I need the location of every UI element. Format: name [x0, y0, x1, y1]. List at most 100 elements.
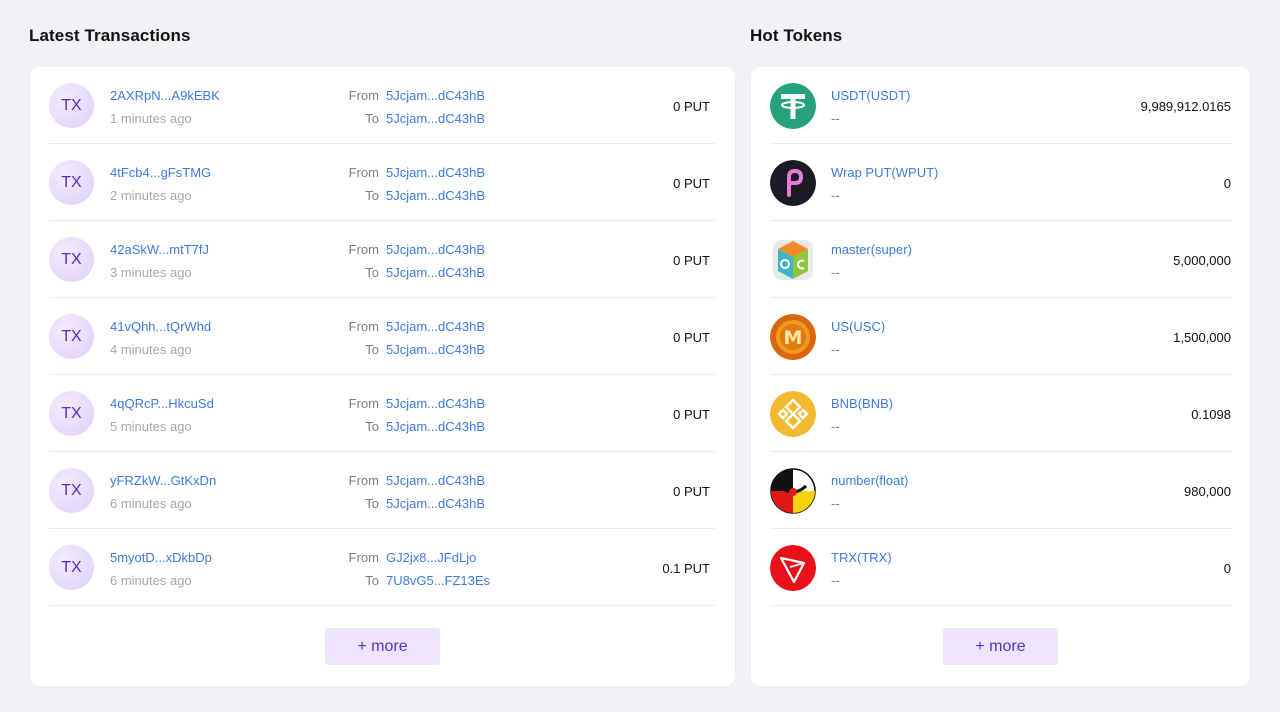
to-label: To — [365, 573, 379, 588]
tx-amount: 0 PUT — [673, 484, 710, 499]
tx-amount: 0 PUT — [673, 253, 710, 268]
token-subtext: -- — [831, 419, 840, 434]
token-subtext: -- — [831, 188, 840, 203]
token-subtext: -- — [831, 342, 840, 357]
from-label: From — [348, 473, 379, 488]
to-label: To — [365, 342, 379, 357]
from-address-link[interactable]: 5Jcjam...dC43hB — [386, 165, 485, 180]
transaction-row: TX 4qQRcP...HkcuSd 5 minutes ago From To… — [49, 375, 715, 452]
tx-age: 1 minutes ago — [110, 111, 192, 126]
token-subtext: -- — [831, 496, 840, 511]
tx-age: 6 minutes ago — [110, 496, 192, 511]
tx-badge: TX — [49, 314, 94, 359]
tx-age: 2 minutes ago — [110, 188, 192, 203]
tx-badge: TX — [49, 391, 94, 436]
token-row: USDT(USDT) -- 9,989,912.0165 — [770, 67, 1232, 144]
transactions-more-button[interactable]: + more — [325, 628, 440, 665]
from-label: From — [348, 550, 379, 565]
token-name-link[interactable]: number(float) — [831, 473, 908, 488]
to-label: To — [365, 111, 379, 126]
to-label: To — [365, 419, 379, 434]
latest-transactions-title: Latest Transactions — [29, 26, 191, 45]
from-address-link[interactable]: 5Jcjam...dC43hB — [386, 396, 485, 411]
tx-hash-link[interactable]: 2AXRpN...A9kEBK — [110, 88, 220, 103]
token-name-link[interactable]: TRX(TRX) — [831, 550, 892, 565]
transactions-card: TX 2AXRpN...A9kEBK 1 minutes ago From To… — [30, 67, 735, 686]
hot-tokens-card: USDT(USDT) -- 9,989,912.0165 Wrap PUT(WP… — [751, 67, 1250, 686]
token-value: 980,000 — [1184, 484, 1231, 499]
to-address-link[interactable]: 5Jcjam...dC43hB — [386, 419, 485, 434]
bnb-icon[interactable] — [770, 391, 816, 437]
tx-badge: TX — [49, 160, 94, 205]
transaction-row: TX 4tFcb4...gFsTMG 2 minutes ago From To… — [49, 144, 715, 221]
tx-amount: 0 PUT — [673, 176, 710, 191]
token-row: TRX(TRX) -- 0 — [770, 529, 1232, 606]
tx-amount: 0 PUT — [673, 330, 710, 345]
tx-amount: 0 PUT — [673, 407, 710, 422]
token-name-link[interactable]: US(USC) — [831, 319, 885, 334]
token-name-link[interactable]: USDT(USDT) — [831, 88, 910, 103]
usdt-icon[interactable] — [770, 83, 816, 129]
master-icon[interactable] — [770, 237, 816, 283]
token-value: 0 — [1223, 176, 1231, 191]
tx-badge: TX — [49, 545, 94, 590]
token-subtext: -- — [831, 111, 840, 126]
tx-age: 3 minutes ago — [110, 265, 192, 280]
tx-hash-link[interactable]: 41vQhh...tQrWhd — [110, 319, 211, 334]
transaction-row: TX 42aSkW...mtT7fJ 3 minutes ago From To… — [49, 221, 715, 298]
token-value: 5,000,000 — [1173, 253, 1231, 268]
token-row: BNB(BNB) -- 0.1098 — [770, 375, 1232, 452]
token-name-link[interactable]: master(super) — [831, 242, 912, 257]
trx-icon[interactable] — [770, 545, 816, 591]
tx-badge: TX — [49, 468, 94, 513]
from-label: From — [348, 242, 379, 257]
token-subtext: -- — [831, 265, 840, 280]
to-address-link[interactable]: 7U8vG5...FZ13Es — [386, 573, 490, 588]
token-row: master(super) -- 5,000,000 — [770, 221, 1232, 298]
to-address-link[interactable]: 5Jcjam...dC43hB — [386, 111, 485, 126]
tx-age: 4 minutes ago — [110, 342, 192, 357]
tx-amount: 0 PUT — [673, 99, 710, 114]
transaction-row: TX 41vQhh...tQrWhd 4 minutes ago From To… — [49, 298, 715, 375]
usc-icon[interactable]: M — [770, 314, 816, 360]
token-name-link[interactable]: Wrap PUT(WPUT) — [831, 165, 938, 180]
token-value: 0 — [1223, 561, 1231, 576]
token-row: number(float) -- 980,000 — [770, 452, 1232, 529]
tx-badge: TX — [49, 237, 94, 282]
tx-hash-link[interactable]: yFRZkW...GtKxDn — [110, 473, 216, 488]
token-row: M US(USC) -- 1,500,000 — [770, 298, 1232, 375]
tx-age: 6 minutes ago — [110, 573, 192, 588]
from-address-link[interactable]: 5Jcjam...dC43hB — [386, 319, 485, 334]
tx-badge: TX — [49, 83, 94, 128]
tx-age: 5 minutes ago — [110, 419, 192, 434]
token-value: 0.1098 — [1191, 407, 1231, 422]
tx-hash-link[interactable]: 4qQRcP...HkcuSd — [110, 396, 214, 411]
to-address-link[interactable]: 5Jcjam...dC43hB — [386, 342, 485, 357]
from-label: From — [348, 88, 379, 103]
tx-hash-link[interactable]: 4tFcb4...gFsTMG — [110, 165, 211, 180]
to-label: To — [365, 265, 379, 280]
from-address-link[interactable]: 5Jcjam...dC43hB — [386, 473, 485, 488]
to-label: To — [365, 496, 379, 511]
tokens-more-button[interactable]: + more — [943, 628, 1058, 665]
wput-icon[interactable] — [770, 160, 816, 206]
from-label: From — [348, 165, 379, 180]
from-address-link[interactable]: 5Jcjam...dC43hB — [386, 88, 485, 103]
token-name-link[interactable]: BNB(BNB) — [831, 396, 893, 411]
to-address-link[interactable]: 5Jcjam...dC43hB — [386, 188, 485, 203]
to-label: To — [365, 188, 379, 203]
to-address-link[interactable]: 5Jcjam...dC43hB — [386, 265, 485, 280]
from-address-link[interactable]: GJ2jx8...JFdLjo — [386, 550, 476, 565]
transaction-row: TX 5myotD...xDkbDp 6 minutes ago From To… — [49, 529, 715, 606]
tx-amount: 0.1 PUT — [662, 561, 710, 576]
tx-hash-link[interactable]: 42aSkW...mtT7fJ — [110, 242, 209, 257]
token-subtext: -- — [831, 573, 840, 588]
to-address-link[interactable]: 5Jcjam...dC43hB — [386, 496, 485, 511]
svg-text:M: M — [784, 327, 803, 349]
tx-hash-link[interactable]: 5myotD...xDkbDp — [110, 550, 212, 565]
from-address-link[interactable]: 5Jcjam...dC43hB — [386, 242, 485, 257]
number-icon[interactable] — [770, 468, 816, 514]
token-value: 9,989,912.0165 — [1140, 99, 1231, 114]
from-label: From — [348, 396, 379, 411]
hot-tokens-title: Hot Tokens — [750, 26, 843, 45]
